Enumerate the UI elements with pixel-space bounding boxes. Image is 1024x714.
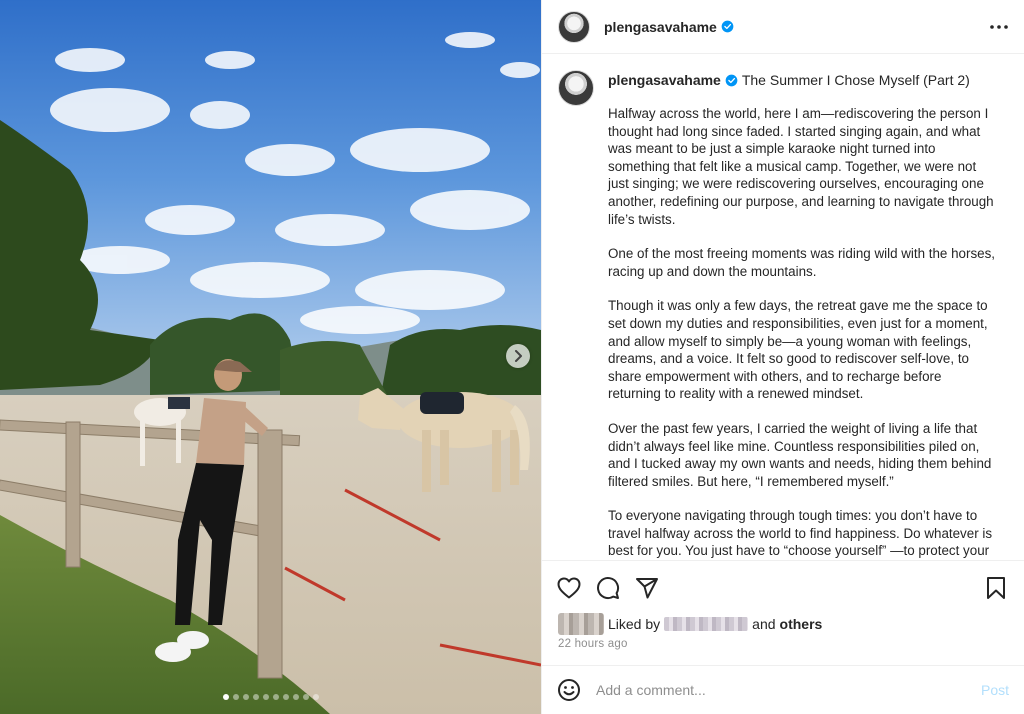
- action-bar: [542, 560, 1024, 614]
- likes-and-text: and: [752, 616, 776, 632]
- share-icon: [636, 577, 658, 598]
- post-timestamp[interactable]: 22 hours ago: [558, 638, 628, 650]
- post-details-panel: plengasavahame plengasavahame The Summer …: [541, 0, 1024, 714]
- caption-paragraph: One of the most freeing moments was ridi…: [608, 246, 996, 279]
- post-header: plengasavahame: [542, 0, 1024, 54]
- caption-title-line: plengasavahame The Summer I Chose Myself …: [608, 71, 998, 89]
- carousel-dot: [292, 694, 299, 700]
- caption-body: plengasavahame The Summer I Chose Myself …: [608, 69, 998, 559]
- liker-avatars[interactable]: [558, 613, 604, 635]
- author-avatar[interactable]: [558, 10, 590, 43]
- caption-title: The Summer I Chose Myself (Part 2): [741, 72, 970, 88]
- share-button[interactable]: [634, 575, 660, 601]
- caption-paragraph: Over the past few years, I carried the w…: [608, 420, 992, 489]
- save-button[interactable]: [983, 575, 1009, 601]
- caption: plengasavahame The Summer I Chose Myself …: [558, 69, 1009, 559]
- verified-badge-icon: [721, 20, 734, 33]
- caption-paragraph: Halfway across the world, here I am—redi…: [608, 106, 994, 227]
- comment-input[interactable]: [596, 682, 981, 698]
- carousel-next-button[interactable]: [506, 344, 530, 368]
- post-photo: [0, 0, 541, 714]
- emoji-button[interactable]: [556, 677, 582, 703]
- liker-username[interactable]: [664, 617, 749, 631]
- carousel-dot: [252, 694, 259, 700]
- comment-icon: [597, 576, 620, 599]
- bookmark-icon: [987, 576, 1005, 599]
- caption-username[interactable]: plengasavahame: [608, 72, 721, 88]
- like-button[interactable]: [556, 575, 582, 601]
- carousel-dot: [312, 694, 319, 700]
- carousel-dot: [262, 694, 269, 700]
- emoji-icon: [558, 679, 580, 701]
- carousel-dot: [222, 694, 229, 700]
- carousel-dot: [282, 694, 289, 700]
- likes-summary: Liked by and others: [558, 612, 822, 636]
- likes-others-link[interactable]: others: [780, 616, 823, 632]
- post-media[interactable]: [0, 0, 541, 714]
- liked-by-prefix: Liked by: [608, 616, 661, 632]
- carousel-indicator: [0, 694, 541, 700]
- author-username[interactable]: plengasavahame: [604, 19, 717, 35]
- caption-paragraph: To everyone navigating through tough tim…: [608, 508, 993, 559]
- verified-badge-icon: [725, 74, 738, 87]
- post-comment-button[interactable]: Post: [981, 682, 1009, 698]
- carousel-dot: [232, 694, 239, 700]
- carousel-dot: [242, 694, 249, 700]
- carousel-dot: [272, 694, 279, 700]
- caption-author-avatar[interactable]: [558, 70, 594, 106]
- carousel-dot: [302, 694, 309, 700]
- chevron-right-icon: [515, 350, 522, 362]
- comment-button[interactable]: [595, 575, 621, 601]
- comment-bar: Post: [542, 665, 1024, 714]
- more-options-icon[interactable]: [986, 14, 1012, 40]
- heart-icon: [557, 577, 581, 598]
- caption-paragraph: Though it was only a few days, the retre…: [608, 298, 988, 402]
- caption-scroll-area[interactable]: plengasavahame The Summer I Chose Myself …: [542, 55, 1024, 559]
